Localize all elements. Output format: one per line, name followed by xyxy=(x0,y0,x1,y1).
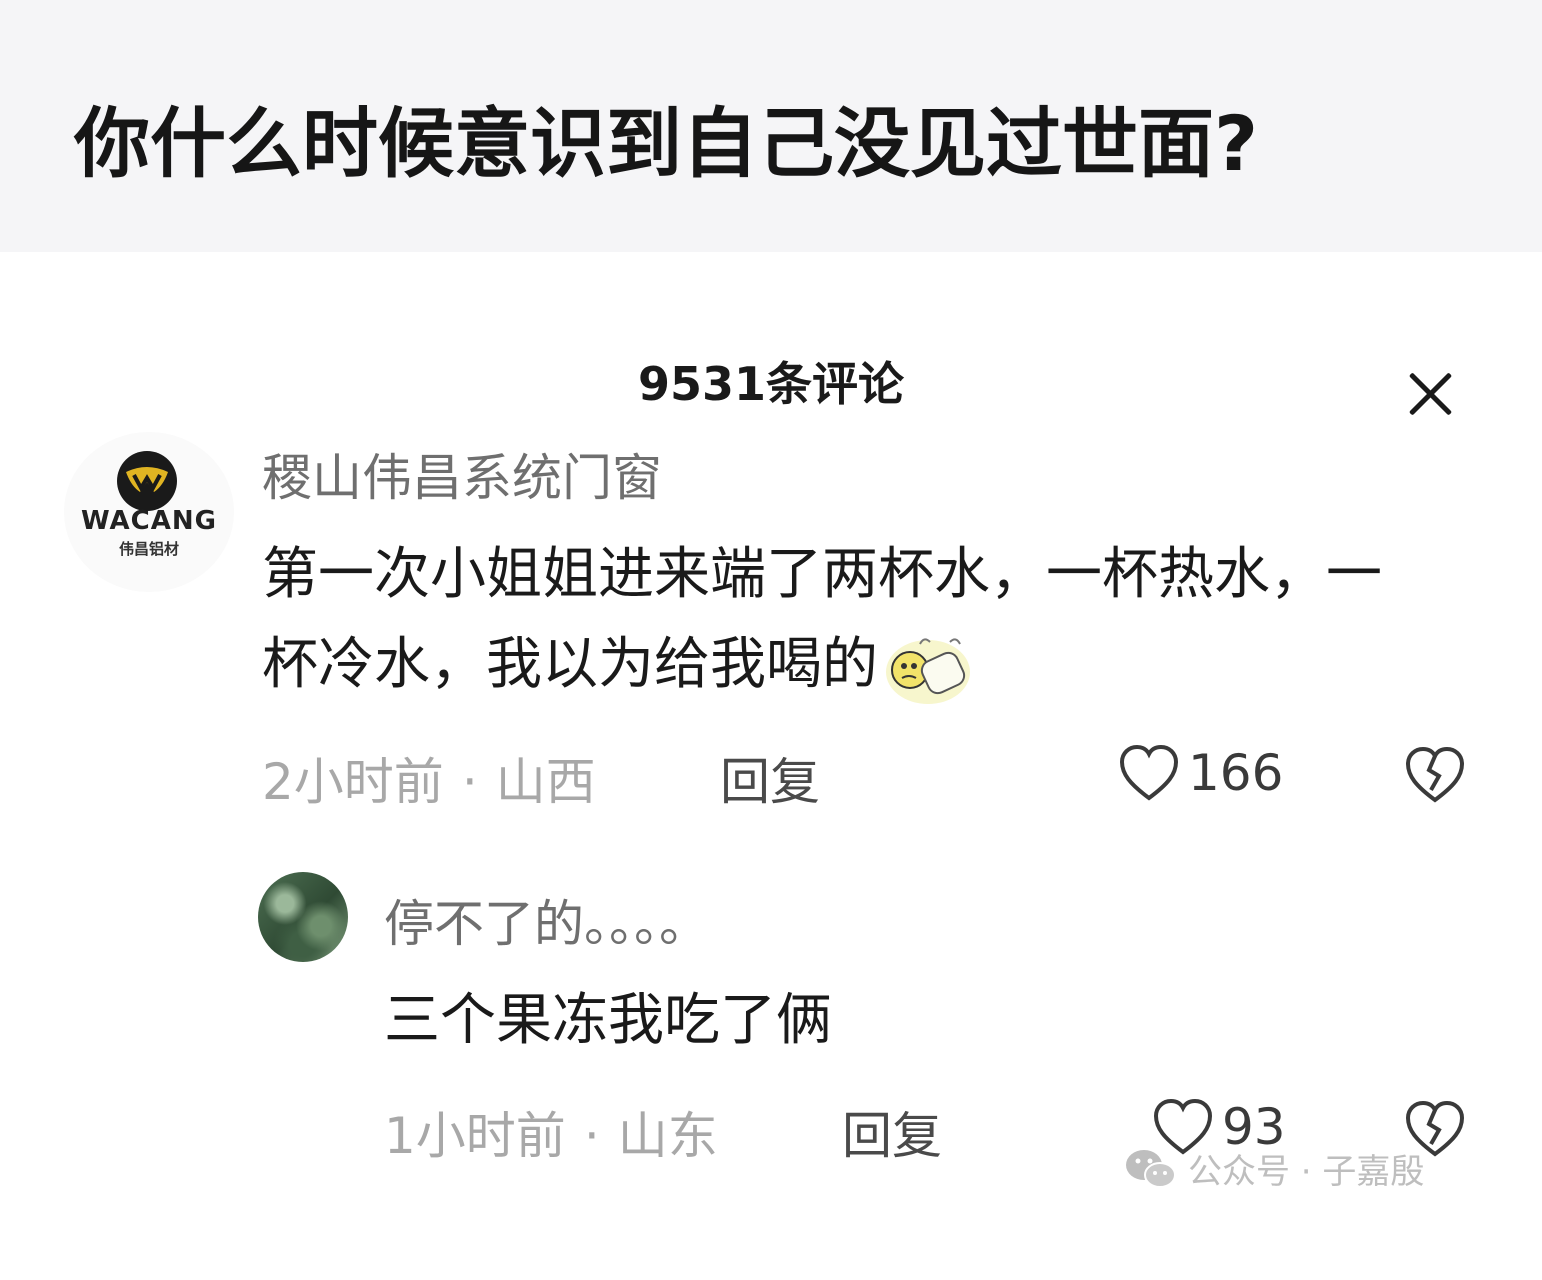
avatar[interactable]: WACANG 伟昌铝材 xyxy=(64,432,234,592)
brand-name: WACANG xyxy=(81,506,217,536)
like-button[interactable]: 166 xyxy=(1118,744,1283,802)
comment-meta: 2小时前 · 山西 xyxy=(262,742,596,814)
broken-heart-icon[interactable] xyxy=(1404,746,1466,804)
question-title: 你什么时候意识到自己没见过世面? xyxy=(74,99,1259,188)
comment-username[interactable]: 稷山伟昌系统门窗 xyxy=(262,438,662,510)
heart-icon xyxy=(1119,744,1179,801)
wechat-icon xyxy=(1126,1149,1176,1188)
meta-separator: · xyxy=(461,753,478,811)
avatar[interactable] xyxy=(258,872,348,962)
comment-text: 三个果冻我吃了俩 xyxy=(384,988,832,1053)
embarrassed-cry-emoji-icon xyxy=(886,638,970,704)
comment-time: 2小时前 xyxy=(262,753,444,811)
comment-meta: 1小时前 · 山东 xyxy=(384,1096,718,1168)
comment-time: 1小时前 xyxy=(384,1107,566,1165)
like-count: 166 xyxy=(1188,744,1284,802)
comment-location: 山西 xyxy=(495,753,596,811)
comment-text: 第一次小姐姐进来端了两杯水，一杯热水，一杯冷水，我以为给我喝的 xyxy=(262,530,1422,710)
close-icon[interactable] xyxy=(1404,368,1456,420)
watermark: 公众号 · 子嘉殷 xyxy=(1124,1144,1424,1193)
watermark-text: 公众号 · 子嘉殷 xyxy=(1188,1152,1425,1192)
meta-separator: · xyxy=(583,1107,600,1165)
comment-location: 山东 xyxy=(617,1107,718,1165)
reply-button[interactable]: 回复 xyxy=(842,1096,942,1168)
comment-username[interactable]: 停不了的。。。。 xyxy=(384,884,709,956)
comment-text-content: 第一次小姐姐进来端了两杯水，一杯热水，一杯冷水，我以为给我喝的 xyxy=(262,542,1382,697)
reply-button[interactable]: 回复 xyxy=(720,742,820,814)
brand-subtitle: 伟昌铝材 xyxy=(118,540,179,558)
comment-count: 9531条评论 xyxy=(637,357,905,411)
